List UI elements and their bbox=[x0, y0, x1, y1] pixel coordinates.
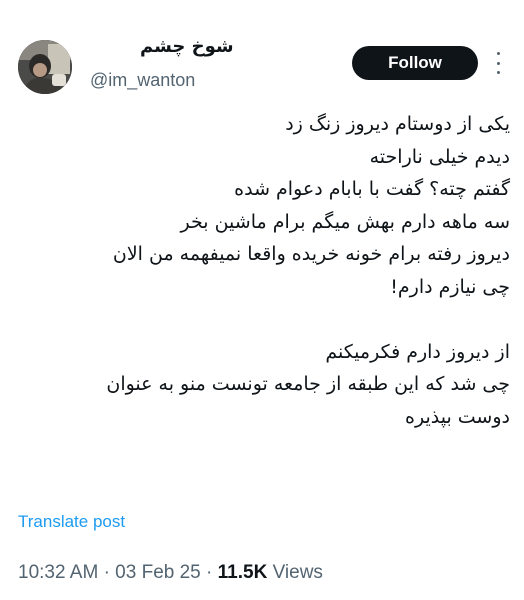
tweet-text: یکی از دوستام دیروز زنگ زد دیدم خیلی نار… bbox=[10, 108, 510, 433]
author-handle[interactable]: @im_wanton bbox=[90, 70, 195, 91]
views-count: 11.5K bbox=[217, 562, 268, 583]
tweet-line: دیدم خیلی ناراحته bbox=[369, 145, 510, 168]
more-icon[interactable] bbox=[488, 52, 508, 74]
avatar-photo bbox=[18, 40, 72, 94]
tweet-line: سه ماهه دارم بهش میگم برام ماشین بخر bbox=[180, 210, 511, 233]
post-time[interactable]: 10:32 AM bbox=[18, 562, 98, 583]
meta-separator: · bbox=[206, 562, 213, 583]
tweet-line: چی نیازم دارم! bbox=[390, 275, 510, 298]
more-icon-dot bbox=[496, 61, 500, 65]
tweet-line: دیروز رفته برام خونه خریده واقعا نمیفهمه… bbox=[112, 243, 510, 265]
translate-post-link[interactable]: Translate post bbox=[18, 512, 125, 532]
post-meta: 10:32 AM · 03 Feb 25 · 11.5K Views bbox=[18, 562, 323, 584]
tweet-line: چی شد که این طبقه از جامعه تونست منو به … bbox=[106, 373, 510, 395]
tweet-line: یکی از دوستام دیروز زنگ زد bbox=[285, 113, 510, 135]
tweet-line: گفتم چته؟ گفت با بابام دعوام شده bbox=[234, 178, 510, 200]
more-icon-dot bbox=[496, 71, 500, 74]
follow-button[interactable]: Follow bbox=[352, 46, 478, 80]
post-date[interactable]: 03 Feb 25 bbox=[115, 562, 201, 583]
tweet-line: دوست بپذیره bbox=[405, 405, 510, 428]
tweet-card: شوخ چشم @im_wanton Follow یکی از دوستام … bbox=[0, 0, 524, 600]
meta-separator: · bbox=[103, 562, 110, 583]
tweet-line: از دیروز دارم فکرمیکنم bbox=[325, 340, 510, 363]
more-icon-dot bbox=[496, 52, 500, 55]
author-display-name[interactable]: شوخ چشم bbox=[140, 36, 234, 57]
tweet-line bbox=[10, 303, 510, 336]
avatar[interactable] bbox=[18, 40, 72, 94]
views-label: Views bbox=[272, 562, 323, 583]
